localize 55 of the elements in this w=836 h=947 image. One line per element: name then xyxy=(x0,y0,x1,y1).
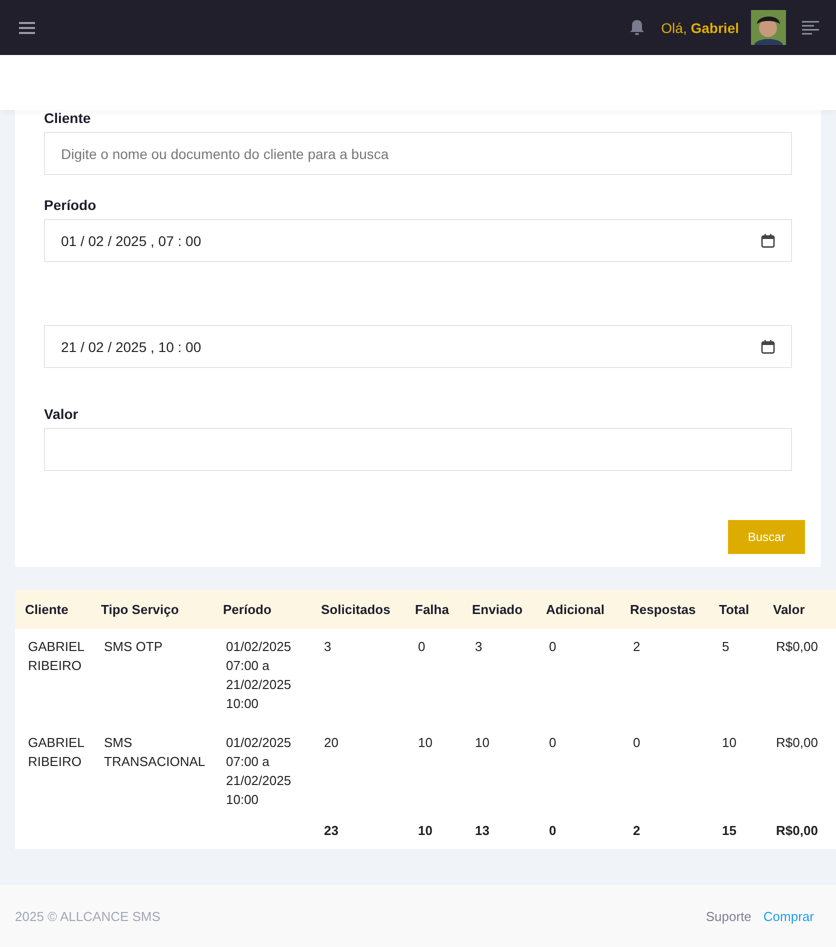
table-cell: 3 xyxy=(324,639,332,654)
total-cell: 0 xyxy=(549,823,556,838)
table-cell: GABRIEL RIBEIRO xyxy=(28,735,84,769)
column-header: Adicional xyxy=(545,602,606,617)
table-cell: 10 xyxy=(722,735,736,750)
column-header: Valor xyxy=(772,602,806,617)
table-cell: R$0,00 xyxy=(776,735,818,750)
total-cell: R$0,00 xyxy=(776,823,818,838)
value-field[interactable] xyxy=(44,428,792,471)
footer-link[interactable]: Comprar xyxy=(763,908,814,924)
table-cell: 10 xyxy=(418,735,432,750)
table-cell: SMS TRANSACIONAL xyxy=(104,735,206,769)
end-date-field[interactable]: 21 / 02 / 2025 , 10 : 00 xyxy=(44,325,792,368)
table-cell: 0 xyxy=(549,639,556,654)
search-button[interactable]: Buscar xyxy=(728,520,805,554)
copyright-text: 2025 © ALLCANCE SMS xyxy=(15,908,160,924)
column-header: Período xyxy=(222,602,272,617)
column-header: Total xyxy=(718,602,750,617)
footer-link[interactable]: Suporte xyxy=(706,908,752,924)
greeting-text: Olá, Gabriel xyxy=(661,20,739,36)
calendar-icon[interactable] xyxy=(761,234,775,248)
table-cell: 10 xyxy=(475,735,490,750)
bell-icon[interactable] xyxy=(629,19,646,36)
column-header: Solicitados xyxy=(320,602,392,617)
table-cell: R$0,00 xyxy=(776,639,818,654)
table-cell: 20 xyxy=(324,735,338,750)
field-label: Cliente xyxy=(44,110,92,126)
total-cell: 2 xyxy=(633,823,640,838)
list-icon[interactable] xyxy=(802,20,819,34)
calendar-icon[interactable] xyxy=(761,340,775,354)
table-cell: 0 xyxy=(418,639,426,654)
client-search-field[interactable]: Digite o nome ou documento do cliente para a busca xyxy=(44,132,792,175)
table-cell: 0 xyxy=(633,735,640,750)
avatar[interactable] xyxy=(751,10,786,45)
table-cell: SMS OTP xyxy=(104,639,163,654)
start-date-field[interactable]: 01 / 02 / 2025 , 07 : 00 xyxy=(44,219,792,262)
column-header: Cliente xyxy=(24,602,70,617)
total-cell: 15 xyxy=(722,823,736,838)
total-cell: 10 xyxy=(418,823,432,838)
table-cell: 0 xyxy=(549,735,556,750)
table-cell: 01/02/2025 07:00 a 21/02/2025 10:00 xyxy=(226,639,292,711)
table-cell: 2 xyxy=(633,639,640,654)
table-cell: GABRIEL RIBEIRO xyxy=(28,639,84,673)
menu-icon[interactable] xyxy=(19,20,35,34)
table-cell: 3 xyxy=(475,639,482,654)
total-cell: 13 xyxy=(475,823,490,838)
column-header: Tipo Serviço xyxy=(100,602,180,617)
column-header: Respostas xyxy=(629,602,697,617)
table-cell: 5 xyxy=(722,639,730,654)
total-cell: 23 xyxy=(324,823,338,838)
field-label: Valor xyxy=(44,406,80,422)
field-label: Período xyxy=(44,197,98,213)
column-header: Enviado xyxy=(471,602,524,617)
column-header: Falha xyxy=(414,602,450,617)
table-cell: 01/02/2025 07:00 a 21/02/2025 10:00 xyxy=(226,735,292,807)
